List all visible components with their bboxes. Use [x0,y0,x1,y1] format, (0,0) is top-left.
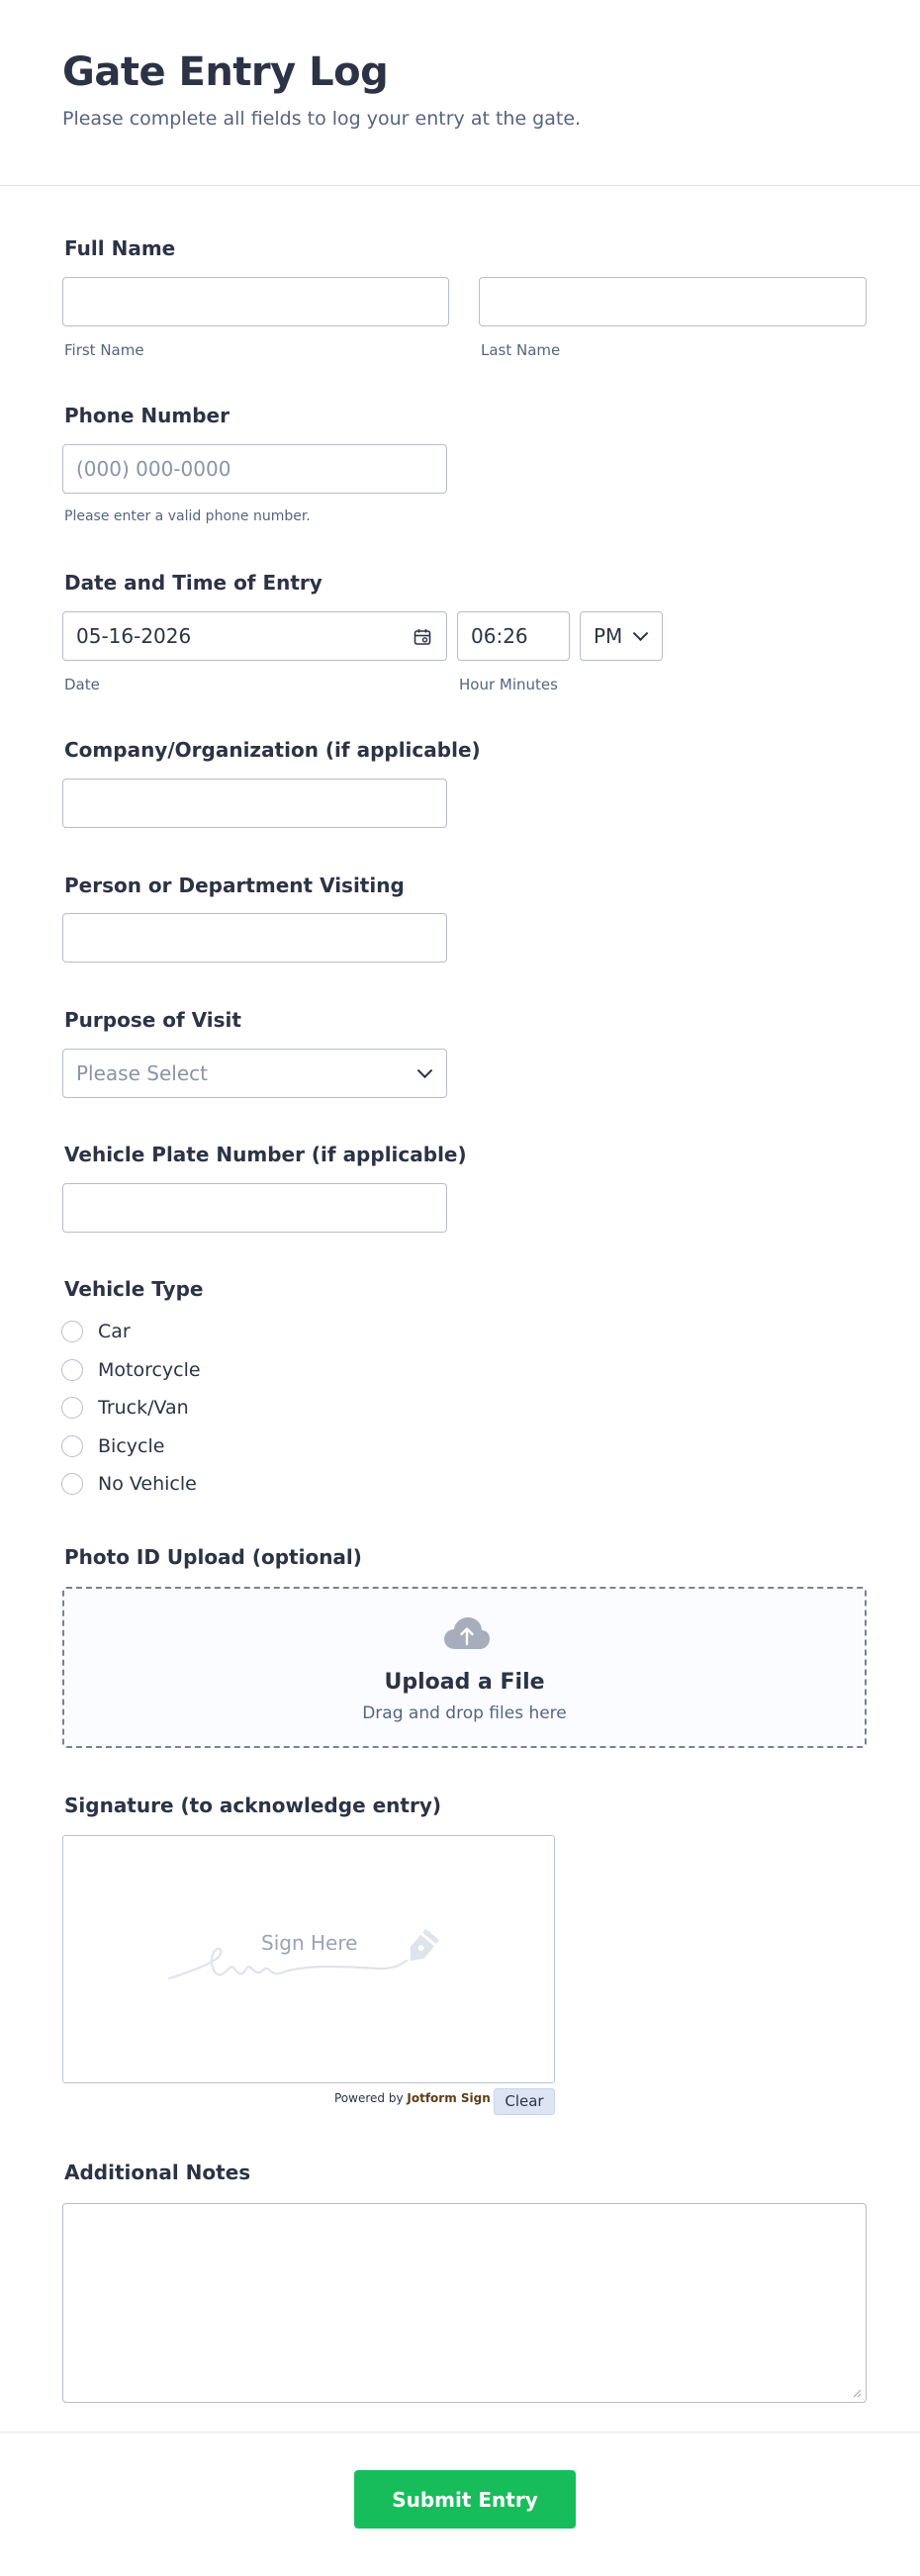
date-sublabel: Date [64,676,100,693]
company-input[interactable] [62,779,447,828]
clear-signature-button[interactable]: Clear [494,2088,555,2115]
footer-divider [0,2432,920,2433]
first-name-input[interactable] [62,277,449,326]
cloud-upload-icon [444,1617,490,1649]
phone-sublabel: Please enter a valid phone number. [64,508,311,524]
last-name-input[interactable] [479,277,867,326]
radio-button[interactable] [61,1321,83,1342]
radio-button[interactable] [61,1397,83,1419]
radio-label: No Vehicle [98,1473,197,1495]
radio-option-car[interactable]: Car [61,1318,131,1345]
radio-label: Truck/Van [98,1397,189,1419]
datetime-label: Date and Time of Entry [64,571,322,595]
radio-label: Car [98,1321,131,1342]
radio-button[interactable] [61,1359,83,1381]
page-subtitle: Please complete all fields to log your e… [62,108,582,130]
date-value: 05-16-2026 [76,624,192,648]
last-name-sublabel: Last Name [481,341,561,359]
submit-entry-button[interactable]: Submit Entry [354,2470,576,2529]
radio-option-no-vehicle[interactable]: No Vehicle [61,1470,197,1498]
radio-label: Bicycle [98,1435,165,1457]
radio-option-bicycle[interactable]: Bicycle [61,1432,164,1460]
phone-placeholder: (000) 000-0000 [76,457,231,481]
purpose-select[interactable]: Please Select [62,1049,447,1098]
jotform-sign-brand: Jotform Sign [407,2091,491,2105]
upload-subtitle: Drag and drop files here [362,1703,567,1723]
purpose-label: Purpose of Visit [64,1008,241,1032]
ampm-select[interactable]: PM [580,611,663,661]
date-input[interactable]: 05-16-2026 [62,611,447,661]
gate-entry-form: Gate Entry Log Please complete all field… [0,0,920,2576]
file-upload-dropzone[interactable]: Upload a File Drag and drop files here [62,1587,867,1748]
powered-by-note: Powered by Jotform Sign [334,2091,491,2105]
powered-by-prefix: Powered by [334,2091,404,2105]
radio-button[interactable] [61,1435,83,1457]
upload-title: Upload a File [384,1670,545,1695]
chevron-down-icon [416,1062,433,1079]
notes-textarea[interactable] [62,2203,867,2403]
visiting-input[interactable] [62,913,447,963]
resize-handle-icon[interactable] [852,2388,862,2398]
plate-input[interactable] [62,1183,447,1233]
radio-option-truck-van[interactable]: Truck/Van [61,1394,189,1422]
time-sublabel: Hour Minutes [459,676,558,693]
sign-here-text: Sign Here [261,1931,358,1955]
full-name-label: Full Name [64,236,176,260]
notes-label: Additional Notes [64,2161,251,2184]
chevron-down-icon [632,625,649,642]
radio-button[interactable] [61,1473,83,1495]
page-title: Gate Entry Log [62,49,389,95]
ampm-value: PM [594,624,623,648]
signature-label: Signature (to acknowledge entry) [64,1794,441,1817]
plate-label: Vehicle Plate Number (if applicable) [64,1143,467,1166]
signature-pad[interactable]: Sign Here [62,1835,555,2083]
phone-label: Phone Number [64,404,230,427]
vehicle-type-label: Vehicle Type [64,1277,204,1301]
photo-id-label: Photo ID Upload (optional) [64,1545,362,1569]
phone-input[interactable]: (000) 000-0000 [62,444,447,494]
radio-label: Motorcycle [98,1359,201,1381]
purpose-placeholder: Please Select [76,1061,208,1085]
first-name-sublabel: First Name [64,341,144,359]
form-header: Gate Entry Log Please complete all field… [0,0,920,186]
calendar-icon[interactable] [413,627,432,647]
company-label: Company/Organization (if applicable) [64,738,481,762]
visiting-label: Person or Department Visiting [64,874,405,897]
time-input[interactable]: 06:26 [457,611,570,661]
radio-option-motorcycle[interactable]: Motorcycle [61,1356,201,1384]
